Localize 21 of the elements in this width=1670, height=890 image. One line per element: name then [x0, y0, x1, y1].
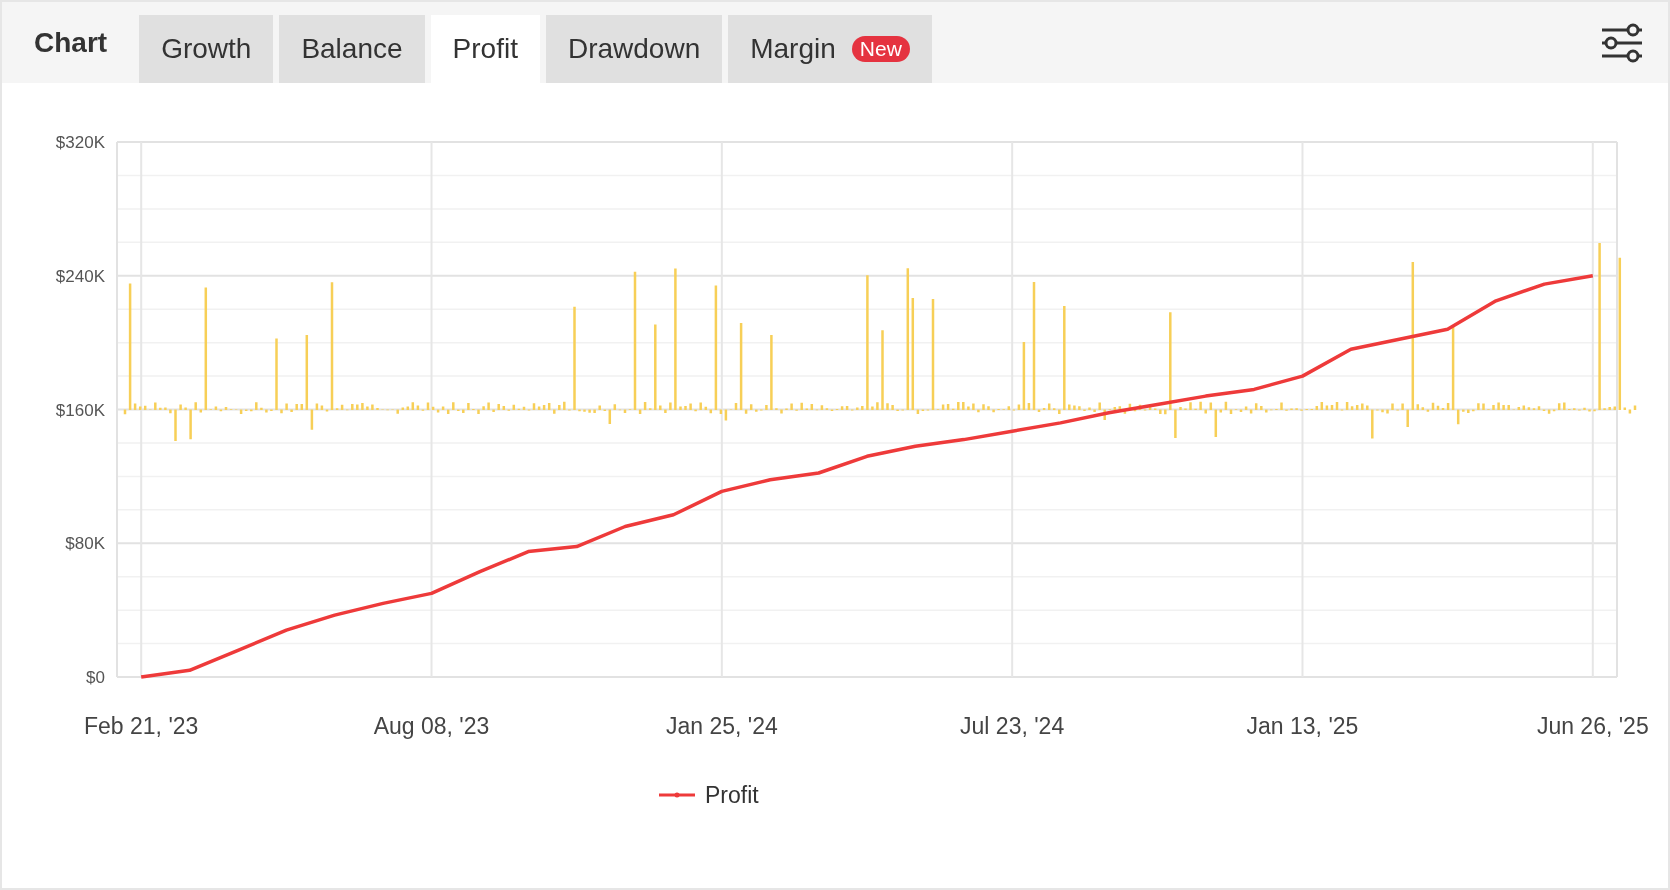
- x-axis-label: Feb 21, '23: [84, 713, 199, 739]
- legend-label[interactable]: Profit: [705, 782, 759, 808]
- chart-title: Chart: [33, 25, 109, 60]
- chart-tab[interactable]: Growth: [139, 15, 274, 83]
- y-axis-label: $160K: [55, 400, 105, 420]
- x-axis-label: Jul 23, '24: [960, 713, 1065, 739]
- x-axis-label: Jan 25, '24: [665, 713, 778, 739]
- x-axis-label: Jan 13, '25: [1246, 713, 1359, 739]
- chart-tab[interactable]: Balance: [279, 15, 425, 83]
- new-badge: New: [851, 36, 910, 62]
- y-axis-label: $80K: [65, 534, 105, 554]
- y-axis-label: $240K: [55, 266, 105, 286]
- settings-icon[interactable]: [1600, 22, 1644, 63]
- x-axis-label: Aug 08, '23: [373, 713, 490, 739]
- chart-tab[interactable]: Drawdown: [545, 15, 723, 83]
- y-axis-label: $320K: [55, 133, 105, 152]
- chart-tab[interactable]: Profit: [430, 15, 540, 83]
- x-axis-label: Jun 26, '25: [1536, 713, 1649, 739]
- y-axis-label: $0: [86, 668, 105, 687]
- legend-line-icon: [659, 792, 695, 798]
- chart-tab[interactable]: Margin New: [728, 15, 932, 83]
